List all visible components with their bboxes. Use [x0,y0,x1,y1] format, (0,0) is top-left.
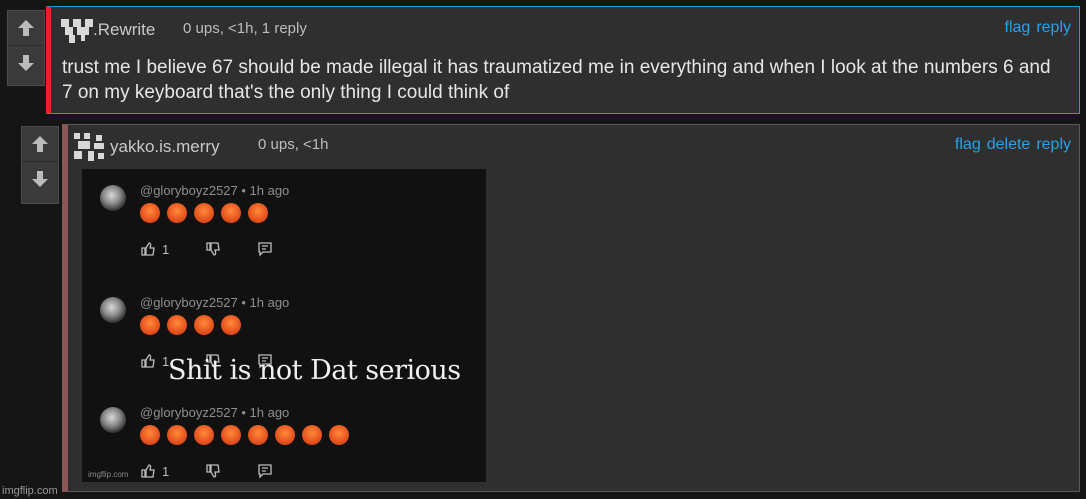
comment-actions-row: 1 [140,241,273,257]
reply-icon [258,464,272,479]
angry-face-icon [221,203,241,223]
commenter-handle: @gloryboyz2527 • 1h ago [140,405,290,420]
username-link-1[interactable]: .Rewrite [93,20,155,40]
comment-actions-2: flag delete reply [955,136,1071,154]
emoji-row [140,203,268,223]
angry-face-icon [302,425,322,445]
vote-box-2 [21,126,59,204]
commenter-avatar [100,185,126,211]
reply-icon [258,242,272,257]
angry-face-icon [194,425,214,445]
comment-1: .Rewrite 0 ups, <1h, 1 reply flag reply … [46,6,1080,114]
commenter-avatar [100,407,126,433]
comment-text-1: trust me I believe 67 should be made ill… [62,57,1051,103]
emoji-row [140,425,349,445]
thumbs-down-icon [206,242,220,256]
upvote-button-1[interactable] [8,11,44,46]
angry-face-icon [275,425,295,445]
arrow-up-icon [32,136,48,152]
comment-2: yakko.is.merry 0 ups, <1h flag delete re… [62,124,1080,492]
angry-face-icon [140,315,160,335]
angry-face-icon [140,203,160,223]
thumbs-up-icon [141,354,155,368]
user-avatar-1[interactable] [61,19,93,43]
commenter-avatar [100,297,126,323]
comment-meta-1: 0 ups, <1h, 1 reply [183,20,307,37]
angry-face-icon [194,315,214,335]
page-watermark: imgflip.com [2,485,58,497]
thumbs-down-icon [206,464,220,478]
downvote-button-2[interactable] [22,162,58,196]
arrow-down-icon [18,55,34,71]
thumbs-up-icon [141,464,155,478]
angry-face-icon [167,315,187,335]
angry-face-icon [221,425,241,445]
angry-face-icon [140,425,160,445]
comment-actions-1: flag reply [1005,19,1071,37]
commenter-handle: @gloryboyz2527 • 1h ago [140,295,290,310]
thumbs-up-icon [141,242,155,256]
angry-face-icon [248,203,268,223]
angry-face-icon [248,425,268,445]
image-watermark: imgflip.com [88,470,129,479]
comment-image[interactable]: @gloryboyz2527 • 1h ago 1 @gloryboyz2527… [82,169,486,482]
meme-caption: Shit is not Dat serious [168,355,461,386]
reply-link-1[interactable]: reply [1036,19,1071,37]
user-avatar-2[interactable] [74,133,106,161]
commenter-handle: @gloryboyz2527 • 1h ago [140,183,290,198]
angry-face-icon [329,425,349,445]
flag-link-2[interactable]: flag [955,136,981,154]
angry-face-icon [167,203,187,223]
delete-link-2[interactable]: delete [987,136,1031,154]
like-count: 1 [162,463,170,479]
angry-face-icon [221,315,241,335]
angry-face-icon [167,425,187,445]
flag-link-1[interactable]: flag [1005,19,1031,37]
reply-link-2[interactable]: reply [1036,136,1071,154]
downvote-button-1[interactable] [8,46,44,80]
angry-face-icon [194,203,214,223]
arrow-up-icon [18,20,34,36]
username-link-2[interactable]: yakko.is.merry [110,137,220,157]
comment-actions-row: 1 [140,463,273,479]
vote-box-1 [7,10,45,86]
emoji-row [140,315,241,335]
arrow-down-icon [32,171,48,187]
upvote-button-2[interactable] [22,127,58,162]
comment-meta-2: 0 ups, <1h [258,136,329,153]
like-count: 1 [162,241,170,257]
